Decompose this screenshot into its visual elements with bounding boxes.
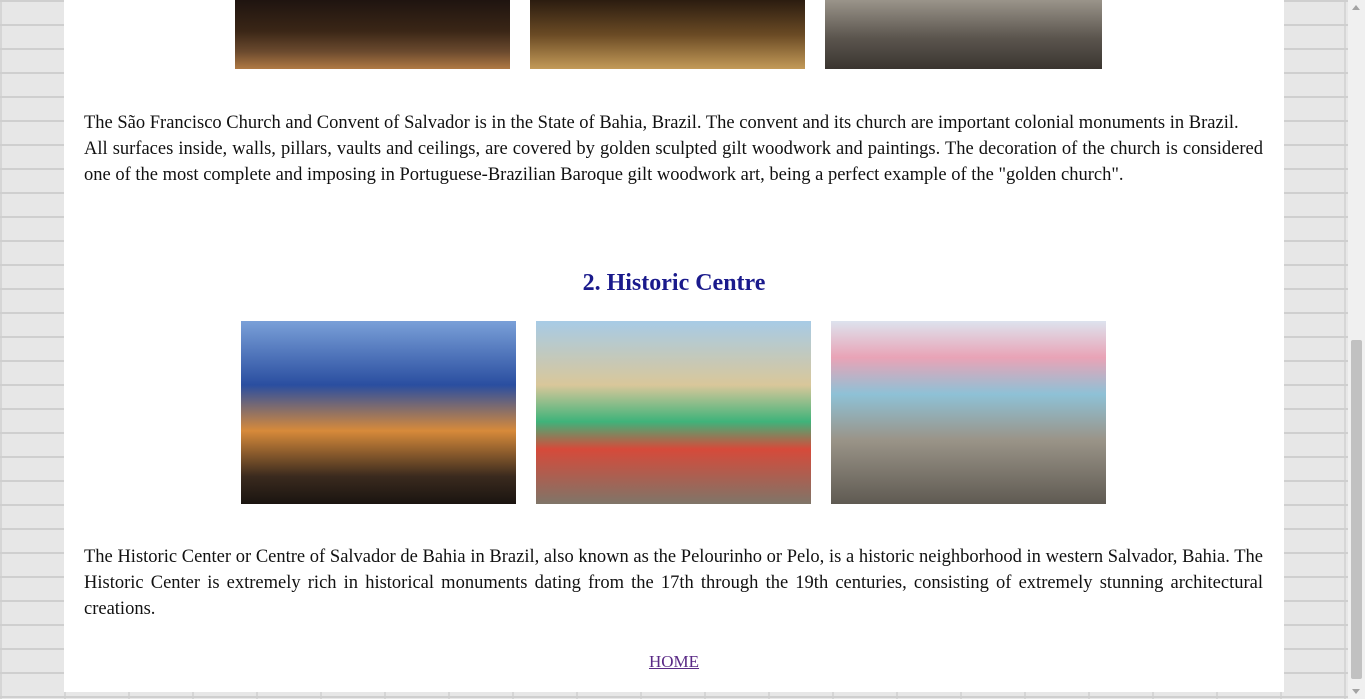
home-link[interactable]: HOME — [64, 652, 1284, 672]
content-page: The São Francisco Church and Convent of … — [64, 0, 1284, 692]
historic-photo-row — [241, 321, 1106, 504]
historic-centre-heading: 2. Historic Centre — [64, 270, 1284, 297]
section-title: Historic Centre — [606, 270, 766, 296]
scroll-thumb[interactable] — [1351, 340, 1362, 679]
church-photo-3 — [825, 0, 1102, 69]
sao-francisco-description: The São Francisco Church and Convent of … — [84, 113, 1263, 185]
church-photo-2 — [530, 0, 805, 69]
historic-photo-2 — [536, 321, 811, 504]
vertical-scrollbar[interactable] — [1348, 0, 1365, 699]
section-number: 2. — [582, 270, 601, 296]
church-photo-1 — [235, 0, 510, 69]
scroll-down-arrow-icon[interactable] — [1352, 689, 1360, 694]
church-photo-row — [235, 0, 1102, 69]
historic-photo-1 — [241, 321, 516, 504]
historic-photo-3 — [831, 321, 1106, 504]
historic-centre-description: The Historic Center or Centre of Salvado… — [84, 547, 1263, 619]
scroll-up-arrow-icon[interactable] — [1352, 5, 1360, 10]
